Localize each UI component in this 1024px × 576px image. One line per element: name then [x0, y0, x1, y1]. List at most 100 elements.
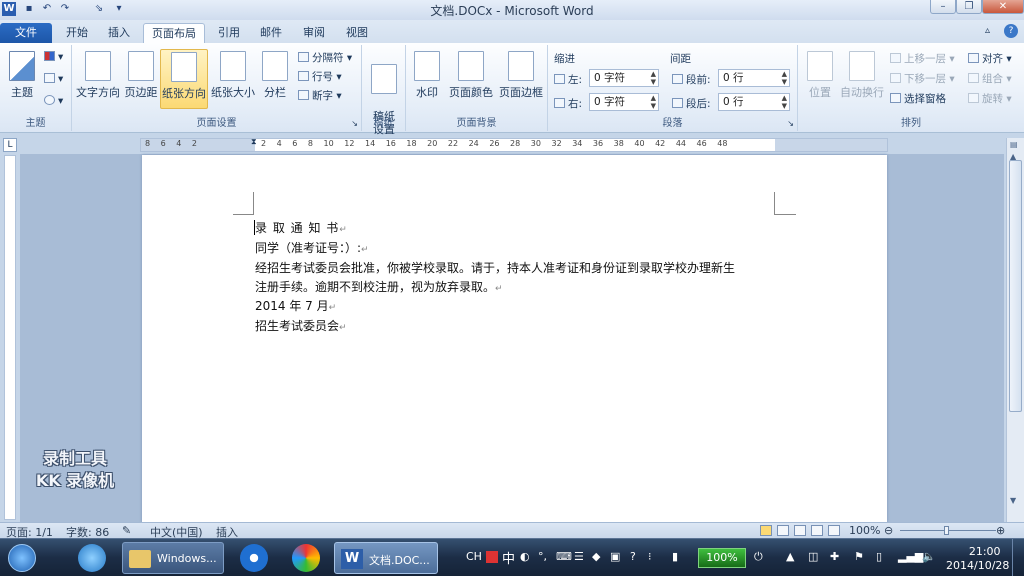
ime-menu-icon[interactable]: ⁝: [648, 550, 652, 563]
volume-icon[interactable]: 🔈: [922, 550, 936, 563]
horizontal-ruler[interactable]: 8 6 4 2 2 4 6 8 10 12 14 16 18 20 22 24 …: [140, 137, 888, 152]
help-icon[interactable]: ?: [1004, 24, 1018, 38]
selection-pane-button[interactable]: 选择窗格: [890, 91, 946, 106]
signal-icon[interactable]: ▂▄▆: [898, 550, 923, 563]
minimize-button[interactable]: –: [930, 0, 956, 14]
hyphenation-button[interactable]: 断字 ▾: [298, 88, 342, 103]
tab-references[interactable]: 引用: [210, 23, 248, 43]
tab-home[interactable]: 开始: [58, 23, 96, 43]
paragraph-dialog-launcher-icon[interactable]: ↘: [787, 119, 794, 128]
battery-level[interactable]: 100%: [698, 548, 746, 568]
power-plug-icon[interactable]: ⏻: [754, 550, 763, 564]
zoom-out-icon[interactable]: ⊖: [884, 524, 893, 537]
theme-button[interactable]: 主题: [4, 49, 40, 109]
zoom-level[interactable]: 100%: [849, 524, 880, 537]
rotate-button[interactable]: 旋转 ▾: [968, 91, 1012, 106]
indent-marker-icon[interactable]: ⧗: [251, 137, 257, 147]
tab-view[interactable]: 视图: [338, 23, 376, 43]
tray-app-icon-1[interactable]: ◫: [808, 550, 818, 563]
indent-left-field[interactable]: 0 字符 ▲ ▼: [589, 69, 659, 87]
vertical-scrollbar[interactable]: ▤ ▲ ▼: [1006, 138, 1024, 522]
orientation-button[interactable]: 纸张方向: [160, 49, 208, 109]
tab-mailings[interactable]: 邮件: [252, 23, 290, 43]
ime-mode[interactable]: 中: [502, 548, 515, 567]
vertical-ruler[interactable]: [4, 155, 16, 520]
ime-app-icon[interactable]: [486, 551, 498, 563]
show-hidden-icons-icon[interactable]: ▲: [786, 550, 794, 563]
margins-button[interactable]: 页边距: [122, 49, 160, 109]
spacing-after-field[interactable]: 0 行 ▲ ▼: [718, 93, 790, 111]
document-page[interactable]: [142, 155, 887, 523]
draft-settings-button[interactable]: 稿纸 设置: [364, 49, 404, 136]
watermark-button[interactable]: 水印: [410, 49, 444, 109]
theme-fonts-icon[interactable]: ▾: [44, 73, 63, 85]
spin-arrows-icon[interactable]: ▲ ▼: [651, 94, 656, 110]
draft-view-icon[interactable]: [828, 525, 840, 536]
ime-moon-icon[interactable]: ◐: [520, 550, 530, 563]
scroll-thumb[interactable]: [1009, 160, 1022, 412]
ime-punct-icon[interactable]: °,: [538, 550, 547, 563]
columns-button[interactable]: 分栏: [258, 49, 292, 109]
print-layout-view-icon[interactable]: [760, 525, 772, 536]
maximize-button[interactable]: ❐: [956, 0, 982, 14]
breaks-button[interactable]: 分隔符 ▾: [298, 50, 352, 65]
doc-line-5[interactable]: 2014 年 7 月↵: [255, 297, 336, 314]
minimize-ribbon-icon[interactable]: ▵: [985, 25, 990, 36]
full-screen-view-icon[interactable]: [777, 525, 789, 536]
doc-line-6[interactable]: 招生考试委员会↵: [255, 317, 347, 334]
start-button-icon[interactable]: [8, 544, 36, 572]
ime-indicator[interactable]: CH: [466, 550, 482, 563]
battery-icon[interactable]: ▮: [672, 550, 678, 563]
ime-toolbox-icon[interactable]: ☰: [574, 550, 584, 563]
web-layout-view-icon[interactable]: [794, 525, 806, 536]
doc-line-2[interactable]: 同学（准考证号：）:↵: [255, 239, 369, 256]
tray-app-icon-2[interactable]: ✚: [830, 550, 839, 563]
ime-skin-icon[interactable]: ◆: [592, 550, 600, 563]
show-desktop-button[interactable]: [1012, 539, 1024, 576]
spacing-before-field[interactable]: 0 行 ▲ ▼: [718, 69, 790, 87]
media-player-icon[interactable]: [240, 544, 268, 572]
flag-icon[interactable]: ⚑: [854, 550, 864, 563]
bring-forward-button[interactable]: 上移一层 ▾: [890, 51, 955, 66]
size-button[interactable]: 纸张大小: [208, 49, 258, 109]
position-button[interactable]: 位置: [802, 49, 838, 109]
close-button[interactable]: ✕: [982, 0, 1024, 14]
ruler-toggle-icon[interactable]: ▤: [1010, 140, 1018, 149]
text-direction-button[interactable]: 文字方向: [74, 49, 122, 109]
wrap-text-button[interactable]: 自动换行: [838, 49, 886, 109]
tab-insert[interactable]: 插入: [100, 23, 138, 43]
proofing-icon[interactable]: ✎: [122, 524, 131, 537]
tab-selector-button[interactable]: L: [3, 138, 17, 152]
doc-line-3[interactable]: 经招生考试委员会批准，你被学校录取。请于，持本人准考证和身份证到录取学校办理新生: [255, 259, 735, 276]
doc-line-4[interactable]: 注册手续。逾期不到校注册，视为放弃录取。↵: [255, 278, 503, 295]
spin-arrows-icon[interactable]: ▲ ▼: [782, 70, 787, 86]
clock[interactable]: 21:00 2014/10/28: [946, 545, 1009, 573]
zoom-in-icon[interactable]: ⊕: [996, 524, 1005, 537]
tab-page-layout[interactable]: 页面布局: [143, 23, 205, 43]
ie-icon[interactable]: [78, 544, 106, 572]
ime-settings-icon[interactable]: ▣: [610, 550, 620, 563]
tab-review[interactable]: 审阅: [295, 23, 333, 43]
taskbar-word-document[interactable]: W 文档.DOC...: [334, 542, 438, 574]
spin-arrows-icon[interactable]: ▲ ▼: [782, 94, 787, 110]
taskbar-windows-explorer[interactable]: Windows...: [122, 542, 224, 574]
page-setup-dialog-launcher-icon[interactable]: ↘: [351, 119, 358, 128]
color-app-icon[interactable]: [292, 544, 320, 572]
zoom-slider-thumb[interactable]: [944, 526, 949, 535]
group-button[interactable]: 组合 ▾: [968, 71, 1012, 86]
align-button[interactable]: 对齐 ▾: [968, 51, 1012, 66]
spin-arrows-icon[interactable]: ▲ ▼: [651, 70, 656, 86]
theme-effects-icon[interactable]: ▾: [44, 95, 63, 107]
line-numbers-button[interactable]: 行号 ▾: [298, 69, 342, 84]
tray-app-icon-3[interactable]: ▯: [876, 550, 882, 563]
doc-title-line[interactable]: 录 取 通 知 书↵: [255, 219, 348, 236]
send-backward-button[interactable]: 下移一层 ▾: [890, 71, 955, 86]
outline-view-icon[interactable]: [811, 525, 823, 536]
page-color-button[interactable]: 页面颜色: [446, 49, 496, 109]
tab-file[interactable]: 文件: [0, 23, 52, 43]
ime-help-icon[interactable]: ?: [630, 550, 636, 563]
scroll-down-icon[interactable]: ▼: [1010, 496, 1016, 505]
theme-colors-icon[interactable]: ▾: [44, 51, 63, 63]
page-border-button[interactable]: 页面边框: [496, 49, 546, 109]
keyboard-icon[interactable]: ⌨: [556, 550, 572, 563]
